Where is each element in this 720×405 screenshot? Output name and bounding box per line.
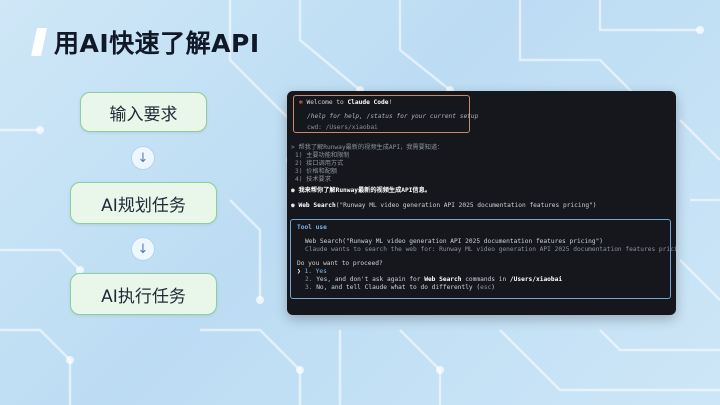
prompt-marker: > [291, 144, 295, 151]
tool-call-detail: Web Search("Runway ML video generation A… [305, 238, 604, 245]
step-ai-execute: AI执行任务 [70, 273, 217, 315]
proceed-question: Do you want to proceed? [297, 260, 383, 267]
esc-key-hint: esc [480, 284, 492, 291]
tool-name: Web Search [298, 202, 336, 209]
tool-call-line: ● Web Search("Runway ML video generation… [291, 202, 597, 209]
option-yes-dont-ask[interactable]: 2. Yes, and don't ask again for Web Sear… [305, 276, 562, 284]
page-title: 用AI快速了解API [54, 29, 260, 58]
cwd-text: cwd: /Users/xiaobai [307, 124, 378, 131]
step-input-request: 输入要求 [80, 92, 207, 132]
prompt-item: 4) 技术要求 [295, 176, 331, 183]
prompt-item: 2) 接口调用方式 [295, 160, 344, 167]
arrow-down-icon: ↓ [131, 237, 155, 261]
option-no[interactable]: 3. No, and tell Claude what to do differ… [305, 284, 495, 292]
welcome-line: ✻ Welcome to Claude Code! [299, 99, 393, 106]
tool-description: Claude wants to search the web for: Runw… [305, 246, 676, 253]
tool-dialog-title: Tool use [297, 224, 327, 231]
prompt-item: 3) 价格和配额 [295, 168, 338, 175]
option-yes[interactable]: ❯ 1. Yes [297, 268, 327, 276]
arrow-down-icon: ↓ [131, 146, 155, 170]
selection-caret-icon: ❯ [297, 268, 301, 275]
terminal-window[interactable]: ✻ Welcome to Claude Code! /help for help… [287, 91, 676, 315]
prompt-item: 1) 主要功能和限制 [295, 152, 350, 159]
help-hint: /help for help, /status for your current… [307, 113, 479, 120]
app-name: Claude Code [347, 99, 389, 106]
bullet-icon: ● [291, 202, 295, 209]
step-ai-plan: AI规划任务 [70, 182, 217, 224]
welcome-box: ✻ Welcome to Claude Code! /help for help… [293, 95, 478, 133]
user-prompt: > 帮我了解Runway最新的视频生成API，我需要知道： [291, 144, 444, 151]
assistant-reply: ● 我来帮你了解Runway最新的视频生成API信息。 [291, 187, 431, 194]
tool-use-dialog: Tool use Web Search("Runway ML video gen… [290, 219, 676, 299]
bullet-icon: ● [291, 187, 295, 194]
asterisk-icon: ✻ [299, 99, 303, 106]
